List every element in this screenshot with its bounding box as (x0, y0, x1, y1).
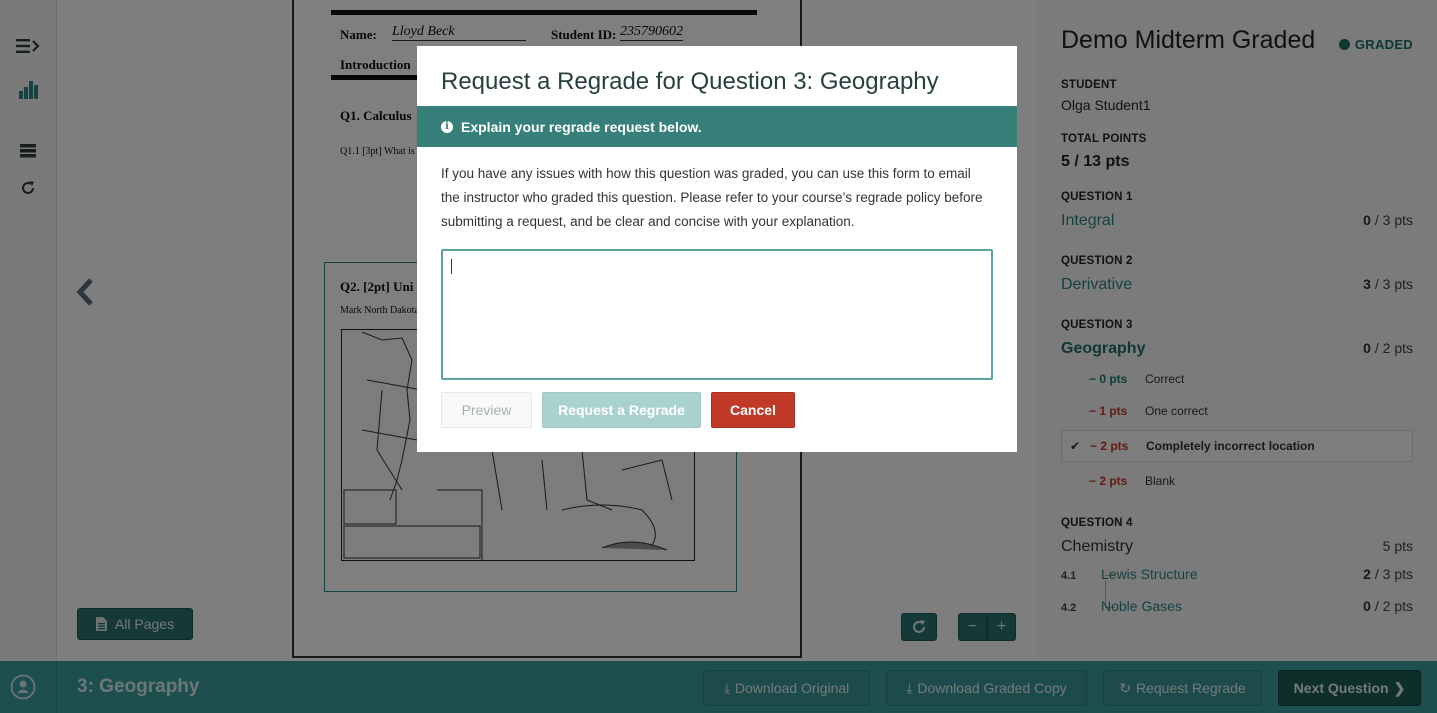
info-alert: i Explain your regrade request below. (417, 106, 1017, 147)
submit-regrade-button[interactable]: Request a Regrade (542, 392, 701, 428)
info-icon: i (441, 120, 453, 133)
regrade-request-modal: Request a Regrade for Question 3: Geogra… (417, 46, 1017, 452)
text-cursor (451, 259, 452, 274)
regrade-explanation-input[interactable] (441, 249, 993, 380)
modal-description: If you have any issues with how this que… (441, 166, 983, 229)
preview-button[interactable]: Preview (441, 392, 532, 428)
cancel-button[interactable]: Cancel (711, 392, 795, 428)
modal-title: Request a Regrade for Question 3: Geogra… (441, 68, 939, 95)
alert-text: Explain your regrade request below. (461, 118, 702, 135)
